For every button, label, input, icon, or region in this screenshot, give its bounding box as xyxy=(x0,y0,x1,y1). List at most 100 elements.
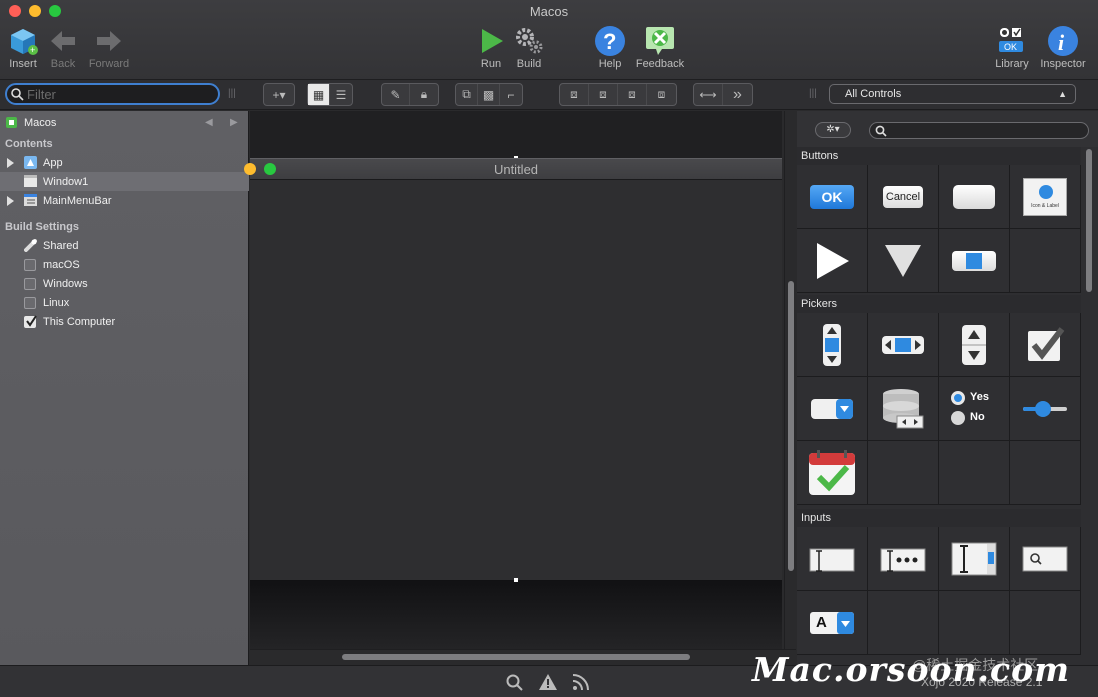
library-item-disclosure-down[interactable] xyxy=(868,229,939,293)
nav-forward-icon[interactable]: ▶ xyxy=(230,117,238,128)
this-computer-checkbox[interactable] xyxy=(24,314,37,328)
build-item-this-computer[interactable]: This Computer xyxy=(0,312,249,331)
library-empty-cell xyxy=(1010,441,1081,505)
fit-width-icon[interactable]: ⟷ xyxy=(694,84,723,105)
updown-arrows-icon xyxy=(823,323,841,366)
forward-arrow-icon xyxy=(79,24,139,58)
code-view-icon[interactable]: ☰ xyxy=(330,84,352,105)
project-name: Macos xyxy=(24,116,57,129)
scroll-thumb[interactable] xyxy=(342,654,690,660)
lock-icon[interactable]: 🔒︎ xyxy=(410,84,438,105)
ruler-icon[interactable]: ⌐ xyxy=(500,84,522,105)
project-row[interactable]: Macos ◀ ▶ xyxy=(0,113,249,132)
library-item-database-query[interactable] xyxy=(868,377,939,441)
align-icon[interactable]: ▩ xyxy=(478,84,500,105)
info-icon: i xyxy=(1033,24,1093,58)
radio-unselected-icon xyxy=(951,410,965,425)
pencil-icon[interactable]: ✎ xyxy=(382,84,410,105)
project-icon xyxy=(6,117,17,128)
library-item-popup-menu[interactable] xyxy=(797,377,868,441)
library-item-segmented-control[interactable] xyxy=(939,229,1010,293)
menubar-icon xyxy=(24,194,37,206)
forward-button[interactable]: Forward xyxy=(79,24,139,70)
macos-checkbox[interactable] xyxy=(24,258,36,271)
library-scrollbar[interactable] xyxy=(1083,149,1095,659)
library-item-updown-arrows[interactable] xyxy=(797,313,868,377)
library-item-cancel-button[interactable]: Cancel xyxy=(868,165,939,229)
library-item-radio-group[interactable]: Yes No xyxy=(939,377,1010,441)
build-item-windows[interactable]: Windows xyxy=(0,274,249,293)
library-item-stepper[interactable] xyxy=(939,313,1010,377)
arrange-segment[interactable]: ⧉ ▩ ⌐ xyxy=(455,83,523,106)
disclosure-triangle-icon[interactable] xyxy=(7,157,14,168)
library-item-combo-box[interactable]: A xyxy=(797,591,868,655)
canvas-horizontal-scrollbar[interactable] xyxy=(250,649,796,664)
layout-editor[interactable]: Untitled xyxy=(244,111,782,649)
filter-field[interactable]: Filter xyxy=(5,83,220,105)
chevron-down-icon xyxy=(841,620,850,627)
scroll-thumb[interactable] xyxy=(1086,149,1092,292)
double-chevron-icon[interactable]: » xyxy=(723,84,752,105)
splitter-grip[interactable]: ||| xyxy=(228,88,236,99)
library-item-push-button[interactable]: OK xyxy=(797,165,868,229)
order-segment[interactable]: ⧈ ⧈ ⧈ ⧈ xyxy=(559,83,677,106)
view-mode-segment[interactable]: ▦ ☰ xyxy=(307,83,353,106)
build-item-linux[interactable]: Linux xyxy=(0,293,249,312)
circle-icon xyxy=(1039,184,1053,199)
library-item-search-field[interactable] xyxy=(1010,527,1081,591)
scroll-thumb[interactable] xyxy=(788,281,794,571)
canvas-vertical-scrollbar[interactable] xyxy=(784,111,796,649)
library-search-field[interactable] xyxy=(869,122,1089,139)
designed-window-titlebar[interactable]: Untitled xyxy=(244,158,782,180)
build-item-shared[interactable]: Shared xyxy=(0,236,249,255)
segment-selected xyxy=(966,252,982,269)
designed-window-body[interactable] xyxy=(250,180,782,580)
feed-icon[interactable] xyxy=(572,673,590,691)
resize-segment[interactable]: ⟷ » xyxy=(693,83,753,106)
feedback-button[interactable]: Feedback xyxy=(630,24,690,70)
library-action-menu[interactable]: ✲▾ xyxy=(815,122,851,138)
down-triangle-icon xyxy=(885,244,921,277)
sidebar-item-app[interactable]: App xyxy=(0,153,249,172)
svg-text:OK: OK xyxy=(1004,42,1017,52)
search-icon[interactable] xyxy=(506,674,524,692)
warning-icon[interactable] xyxy=(538,673,558,691)
send-back-icon[interactable]: ⧈ xyxy=(647,84,676,105)
inspector-button[interactable]: i Inspector xyxy=(1033,24,1093,70)
bring-forward-icon[interactable]: ⧈ xyxy=(589,84,618,105)
windows-checkbox[interactable] xyxy=(24,277,36,290)
build-button[interactable]: Build xyxy=(499,24,559,70)
library-item-segmented-picker[interactable] xyxy=(868,313,939,377)
inputs-grid: A xyxy=(797,527,1081,655)
send-backward-icon[interactable]: ⧈ xyxy=(618,84,647,105)
toolbar: Macos + Insert Back Forward Run Build ? … xyxy=(0,0,1098,80)
nav-back-icon[interactable]: ◀ xyxy=(205,117,213,128)
library-item-password-field[interactable] xyxy=(868,527,939,591)
checkmark-icon xyxy=(26,314,37,327)
horizontal-arrows-icon xyxy=(882,335,924,354)
editor-toolbar: Filter ||| +▾ ▦ ☰ ✎ 🔒︎ ⧉ ▩ ⌐ ⧈ ⧈ ⧈ ⧈ ⟷ »… xyxy=(0,80,1098,110)
library-item-icon-label[interactable]: Icon & Label xyxy=(1010,165,1081,229)
icon-label-preview: Icon & Label xyxy=(1023,177,1067,216)
library-item-date-picker[interactable] xyxy=(797,441,868,505)
disclosure-triangle-icon[interactable] xyxy=(7,195,14,206)
bring-front-icon[interactable]: ⧈ xyxy=(560,84,589,105)
segmented-preview xyxy=(952,250,996,271)
layout-view-icon[interactable]: ▦ xyxy=(308,84,330,105)
library-item-text-field[interactable] xyxy=(797,527,868,591)
splitter-grip-right[interactable]: ||| xyxy=(809,88,817,99)
library-item-text-area[interactable] xyxy=(939,527,1010,591)
build-item-macos[interactable]: macOS xyxy=(0,255,249,274)
library-item-slider[interactable] xyxy=(1010,377,1081,441)
sidebar-item-mainmenubar[interactable]: MainMenuBar xyxy=(0,191,249,210)
tab-order-icon[interactable]: ⧉ xyxy=(456,84,478,105)
sidebar-item-window1[interactable]: Window1 xyxy=(0,172,249,191)
resize-handle-bottom[interactable] xyxy=(514,578,518,582)
edit-lock-segment[interactable]: ✎ 🔒︎ xyxy=(381,83,439,106)
library-category-select[interactable]: All Controls ▲ xyxy=(829,84,1076,104)
library-item-bevel-button[interactable] xyxy=(939,165,1010,229)
linux-checkbox[interactable] xyxy=(24,296,36,309)
add-menu-button[interactable]: +▾ xyxy=(263,83,295,106)
library-item-disclosure-triangle[interactable] xyxy=(797,229,868,293)
library-item-checkbox[interactable] xyxy=(1010,313,1081,377)
